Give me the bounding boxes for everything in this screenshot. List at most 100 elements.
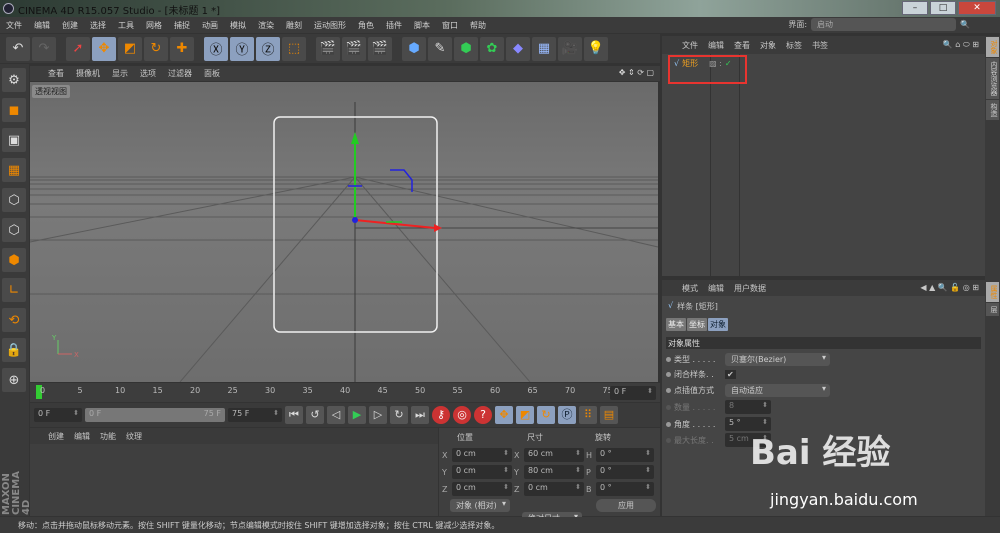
camera-icon[interactable]: 🎥 xyxy=(558,36,582,61)
rot-h-field[interactable]: 0 ° xyxy=(596,448,654,462)
x-axis-icon[interactable]: Ⓧ xyxy=(204,36,228,61)
vp-menu-view[interactable]: 查看 xyxy=(48,68,64,81)
points-mode-icon[interactable]: ⬡ xyxy=(2,188,26,212)
tab-objects[interactable]: 对象 xyxy=(986,37,999,57)
menu-file[interactable]: 文件 xyxy=(6,20,22,30)
size-x-field[interactable]: 60 cm xyxy=(524,448,584,462)
tab-structure[interactable]: 构造 xyxy=(986,100,999,120)
undo-icon[interactable]: ↶ xyxy=(6,36,30,61)
menu-animate[interactable]: 动画 xyxy=(202,20,218,30)
obj-menu-bookmarks[interactable]: 书签 xyxy=(812,40,828,54)
array-icon[interactable]: ✿ xyxy=(480,36,504,61)
rotate-icon[interactable]: ↻ xyxy=(144,36,168,61)
viewport-perspective[interactable]: YX xyxy=(29,82,659,383)
go-to-end-icon[interactable]: ⏭ xyxy=(411,406,429,424)
obj-menu-file[interactable]: 文件 xyxy=(682,40,698,54)
menu-plugins[interactable]: 插件 xyxy=(386,20,402,30)
obj-menu-view[interactable]: 查看 xyxy=(734,40,750,54)
z-axis-icon[interactable]: Ⓩ xyxy=(256,36,280,61)
scale-icon[interactable]: ◩ xyxy=(118,36,142,61)
viewport-nav-icons[interactable]: ✥ ⇕ ⟳ ▢ xyxy=(619,68,654,81)
attr-menu-edit[interactable]: 编辑 xyxy=(708,283,724,296)
menu-render[interactable]: 渲染 xyxy=(258,20,274,30)
vp-menu-camera[interactable]: 摄像机 xyxy=(76,68,100,81)
pos-x-field[interactable]: 0 cm xyxy=(452,448,512,462)
pos-z-field[interactable]: 0 cm xyxy=(452,482,512,496)
tab-basic[interactable]: 基本 xyxy=(666,318,686,331)
menu-edit[interactable]: 编辑 xyxy=(34,20,50,30)
menu-mograph[interactable]: 运动图形 xyxy=(314,20,346,30)
number-field[interactable]: 8 xyxy=(725,400,771,414)
size-z-field[interactable]: 0 cm xyxy=(524,482,584,496)
layout-dropdown[interactable]: 启动 xyxy=(811,18,957,31)
next-key-icon[interactable]: ↻ xyxy=(390,406,408,424)
menu-sculpt[interactable]: 雕刻 xyxy=(286,20,302,30)
next-frame-icon[interactable]: ▷ xyxy=(369,406,387,424)
menu-tools[interactable]: 工具 xyxy=(118,20,134,30)
start-frame-field[interactable]: 0 F xyxy=(34,408,82,422)
y-axis-icon[interactable]: Ⓨ xyxy=(230,36,254,61)
key-parameter-icon[interactable]: Ⓟ xyxy=(558,406,576,424)
deformer-icon[interactable]: ◆ xyxy=(506,36,530,61)
pos-y-field[interactable]: 0 cm xyxy=(452,465,512,479)
menu-mesh[interactable]: 网格 xyxy=(146,20,162,30)
rot-p-field[interactable]: 0 ° xyxy=(596,465,654,479)
obj-menu-tags[interactable]: 标签 xyxy=(786,40,802,54)
coord-mode-dropdown[interactable]: 对象 (相对) xyxy=(450,499,510,512)
render-picture-viewer-icon[interactable]: 🎬 xyxy=(342,36,366,61)
interpolation-dropdown[interactable]: 自动适应 xyxy=(725,384,830,397)
rot-b-field[interactable]: 0 ° xyxy=(596,482,654,496)
polygons-mode-icon[interactable]: ⬢ xyxy=(2,248,26,272)
key-scale-icon[interactable]: ◩ xyxy=(516,406,534,424)
tab-content-browser[interactable]: 内容浏览器 xyxy=(986,58,999,99)
attr-nav-icons[interactable]: ◀ ▲ 🔍 🔓 ◎ ⊞ xyxy=(920,283,979,296)
menu-help[interactable]: 帮助 xyxy=(470,20,486,30)
floor-icon[interactable]: ▦ xyxy=(532,36,556,61)
attr-menu-userdata[interactable]: 用户数据 xyxy=(734,283,766,296)
vp-menu-display[interactable]: 显示 xyxy=(112,68,128,81)
tab-object[interactable]: 对象 xyxy=(708,318,728,331)
model-mode-icon[interactable]: ◼ xyxy=(2,98,26,122)
menu-character[interactable]: 角色 xyxy=(358,20,374,30)
go-to-start-icon[interactable]: ⏮ xyxy=(285,406,303,424)
tab-layers[interactable]: 层 xyxy=(986,303,999,316)
mat-menu-texture[interactable]: 纹理 xyxy=(126,431,142,444)
axis-mode-icon[interactable]: ∟ xyxy=(2,278,26,302)
keyframe-selection-icon[interactable]: ? xyxy=(474,406,492,424)
end-frame-field[interactable]: 75 F xyxy=(228,408,282,422)
menu-script[interactable]: 脚本 xyxy=(414,20,430,30)
lock-workplane-icon[interactable]: ⊕ xyxy=(2,368,26,392)
tweak-mode-icon[interactable]: ⟲ xyxy=(2,308,26,332)
frame-range-slider[interactable]: 0 F 75 F xyxy=(85,408,225,422)
tab-coord[interactable]: 坐标 xyxy=(687,318,707,331)
maximize-button[interactable]: □ xyxy=(930,1,956,15)
minimize-button[interactable]: – xyxy=(902,1,928,15)
light-icon[interactable]: 💡 xyxy=(584,36,608,61)
play-icon[interactable]: ▶ xyxy=(348,406,366,424)
menu-select[interactable]: 选择 xyxy=(90,20,106,30)
type-dropdown[interactable]: 贝塞尔(Bezier) xyxy=(725,353,830,366)
mat-menu-edit[interactable]: 编辑 xyxy=(74,431,90,444)
menu-simulate[interactable]: 模拟 xyxy=(230,20,246,30)
key-position-icon[interactable]: ✥ xyxy=(495,406,513,424)
previous-key-icon[interactable]: ↺ xyxy=(306,406,324,424)
object-row-rectangle[interactable]: √ 矩形 ▨ : ✓ xyxy=(674,58,732,69)
coordinate-system-icon[interactable]: ⬚ xyxy=(282,36,306,61)
timeline-icon[interactable]: ▤ xyxy=(600,406,618,424)
move-icon[interactable]: ✥ xyxy=(92,36,116,61)
render-settings-icon[interactable]: 🎬 xyxy=(368,36,392,61)
tab-attributes[interactable]: 属性 xyxy=(986,282,999,302)
obj-menu-objects[interactable]: 对象 xyxy=(760,40,776,54)
mat-menu-function[interactable]: 功能 xyxy=(100,431,116,444)
snap-icon[interactable]: 🔒 xyxy=(2,338,26,362)
workplane-icon[interactable]: ▦ xyxy=(2,158,26,182)
menu-create[interactable]: 创建 xyxy=(62,20,78,30)
search-icon[interactable]: 🔍 xyxy=(960,20,970,29)
transform-icon[interactable]: ✚ xyxy=(170,36,194,61)
record-keys-icon[interactable]: ⚷ xyxy=(432,406,450,424)
vp-menu-options[interactable]: 选项 xyxy=(140,68,156,81)
key-rotation-icon[interactable]: ↻ xyxy=(537,406,555,424)
obj-manager-tools-icons[interactable]: 🔍 ⌂ ⬭ ⊞ xyxy=(943,40,979,54)
size-y-field[interactable]: 80 cm xyxy=(524,465,584,479)
enabled-check-icon[interactable]: ✓ xyxy=(725,59,732,68)
